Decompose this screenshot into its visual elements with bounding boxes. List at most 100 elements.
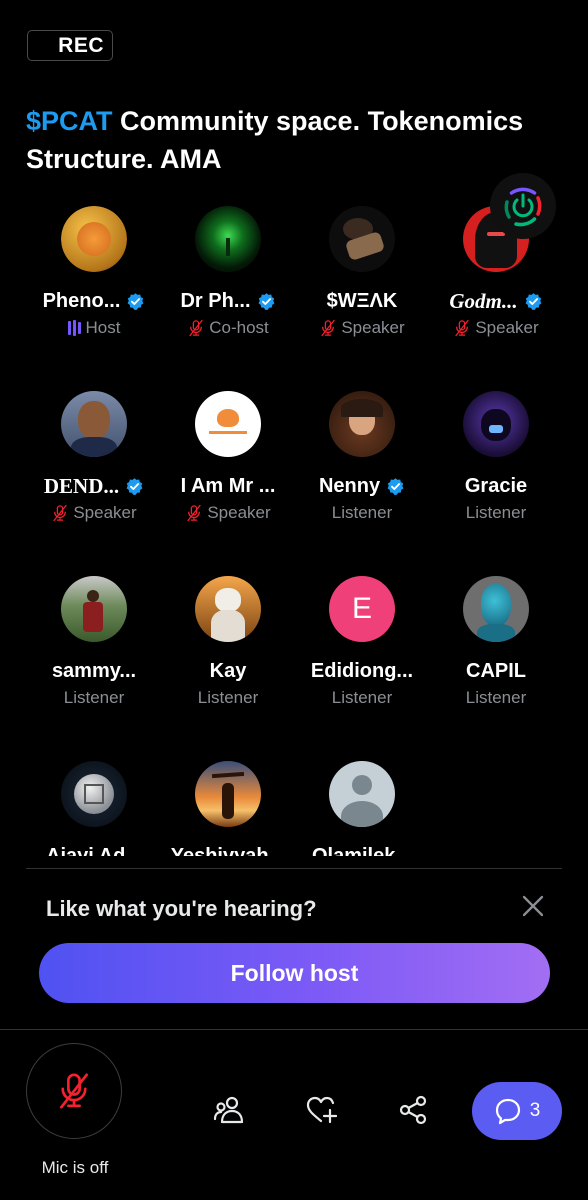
participant-name: Nenny <box>318 474 381 497</box>
participant-name-row: sammy... <box>29 658 159 684</box>
avatar[interactable] <box>329 761 395 827</box>
participant-role: Listener <box>63 688 125 707</box>
participants-grid: Pheno... Host Dr Ph... Co-host $WΞΛK Speaker G… <box>0 200 588 856</box>
participant-card[interactable]: $WΞΛK Speaker <box>297 200 427 339</box>
avatar[interactable] <box>61 576 127 642</box>
participant-role-row: Speaker <box>163 502 293 524</box>
participant-card[interactable]: Dr Ph... Co-host <box>163 200 293 339</box>
participant-name: Yeshivyah... <box>170 844 286 857</box>
avatar[interactable] <box>329 391 395 457</box>
participant-name-row: Yeshivyah... <box>163 843 293 857</box>
avatar[interactable] <box>463 576 529 642</box>
participant-name-row: DEND... <box>29 473 159 499</box>
participant-card[interactable]: Nenny Listener <box>297 385 427 524</box>
participant-name-row: $WΞΛK <box>297 288 427 314</box>
avatar[interactable] <box>463 391 529 457</box>
follow-prompt-text: Like what you're hearing? <box>46 896 317 921</box>
participant-role: Speaker <box>207 503 271 522</box>
avatar-initial: E <box>351 592 372 625</box>
participant-card[interactable]: I Am Mr ... Speaker <box>163 385 293 524</box>
participant-role-row: Speaker <box>29 502 159 524</box>
mic-off-icon <box>59 1073 89 1109</box>
participant-role: Listener <box>465 688 527 707</box>
participant-role: Speaker <box>341 318 405 337</box>
participant-role-row: Co-host <box>163 317 293 339</box>
participant-role: Speaker <box>475 318 539 337</box>
avatar[interactable]: E <box>329 576 395 642</box>
avatar[interactable] <box>195 391 261 457</box>
participant-role: Host <box>85 318 121 337</box>
participant-role-row: Host <box>29 317 159 339</box>
close-icon[interactable] <box>519 892 547 920</box>
mic-muted-icon <box>53 504 67 522</box>
avatar[interactable] <box>61 761 127 827</box>
record-dot-icon <box>38 40 48 50</box>
avatar[interactable] <box>195 576 261 642</box>
people-icon[interactable] <box>213 1094 245 1126</box>
participant-role: Listener <box>465 503 527 522</box>
participant-name: CAPIL <box>466 659 526 682</box>
avatar[interactable] <box>329 206 395 272</box>
participant-name-row: Kay <box>163 658 293 684</box>
participant-name-row: I Am Mr ... <box>163 473 293 499</box>
space-title-tag[interactable]: $PCAT <box>26 106 113 136</box>
divider <box>0 1029 588 1030</box>
rec-badge: REC <box>27 30 113 61</box>
share-icon[interactable] <box>397 1094 429 1126</box>
participant-card[interactable]: Pheno... Host <box>29 200 159 339</box>
divider <box>26 868 562 869</box>
participant-name: DEND... <box>43 473 120 498</box>
participant-role-row: Listener <box>297 687 427 709</box>
participant-role-row: Listener <box>163 687 293 709</box>
speaking-bars-icon <box>67 320 81 336</box>
participant-name: Kay <box>209 659 247 682</box>
participant-card[interactable]: Kay Listener <box>163 570 293 709</box>
mic-muted-icon <box>189 319 203 337</box>
participant-name: Edidiong... <box>310 659 414 682</box>
comment-count: 3 <box>529 1100 541 1121</box>
participant-name-row: CAPIL <box>431 658 561 684</box>
avatar[interactable] <box>195 761 261 827</box>
participant-card[interactable]: Olamilek...Listener <box>297 755 427 856</box>
avatar[interactable] <box>61 206 127 272</box>
verified-badge-icon <box>387 477 404 495</box>
participant-name: Dr Ph... <box>180 289 251 312</box>
participant-card[interactable]: Ajayi Ad...Listener <box>29 755 159 856</box>
participant-name: Ajayi Ad... <box>46 844 142 857</box>
participant-name: Pheno... <box>42 289 121 312</box>
participant-name: Godm... <box>449 288 518 313</box>
participant-name: sammy... <box>51 659 137 682</box>
participant-role: Co-host <box>209 318 269 337</box>
participant-role-row: Listener <box>29 687 159 709</box>
avatar[interactable] <box>195 206 261 272</box>
verified-badge-icon <box>258 292 274 310</box>
avatar[interactable] <box>61 391 127 457</box>
rec-label: REC <box>58 33 104 57</box>
power-icon[interactable] <box>489 172 557 240</box>
participant-role-row: Listener <box>297 502 427 524</box>
mic-toggle-button[interactable] <box>26 1043 122 1139</box>
participant-card[interactable]: Yeshivyah...Listener <box>163 755 293 856</box>
participant-role-row: Speaker <box>297 317 427 339</box>
participant-card[interactable]: CAPIL Listener <box>431 570 561 709</box>
participant-role: Listener <box>197 688 259 707</box>
heart-plus-icon[interactable] <box>305 1094 337 1126</box>
participant-card[interactable]: sammy... Listener <box>29 570 159 709</box>
participant-name-row: Pheno... <box>29 288 159 314</box>
mic-muted-icon <box>187 504 201 522</box>
participant-name-row: Olamilek... <box>297 843 427 857</box>
participant-role: Listener <box>331 688 393 707</box>
participant-card[interactable]: DEND... Speaker <box>29 385 159 524</box>
mic-muted-icon <box>321 319 335 337</box>
participant-name-row: Edidiong... <box>297 658 427 684</box>
participant-name: $WΞΛK <box>326 289 398 312</box>
participant-card[interactable]: E Edidiong... Listener <box>297 570 427 709</box>
follow-host-button[interactable]: Follow host <box>39 943 550 1003</box>
chat-bubble-icon <box>495 1098 520 1125</box>
participant-name-row: Ajayi Ad... <box>29 843 159 857</box>
comments-button[interactable]: 3 <box>472 1082 562 1140</box>
participant-name: Olamilek... <box>311 844 413 857</box>
participant-role: Speaker <box>73 503 137 522</box>
participant-role-row: Listener <box>431 502 561 524</box>
participant-card[interactable]: Gracie Listener <box>431 385 561 524</box>
